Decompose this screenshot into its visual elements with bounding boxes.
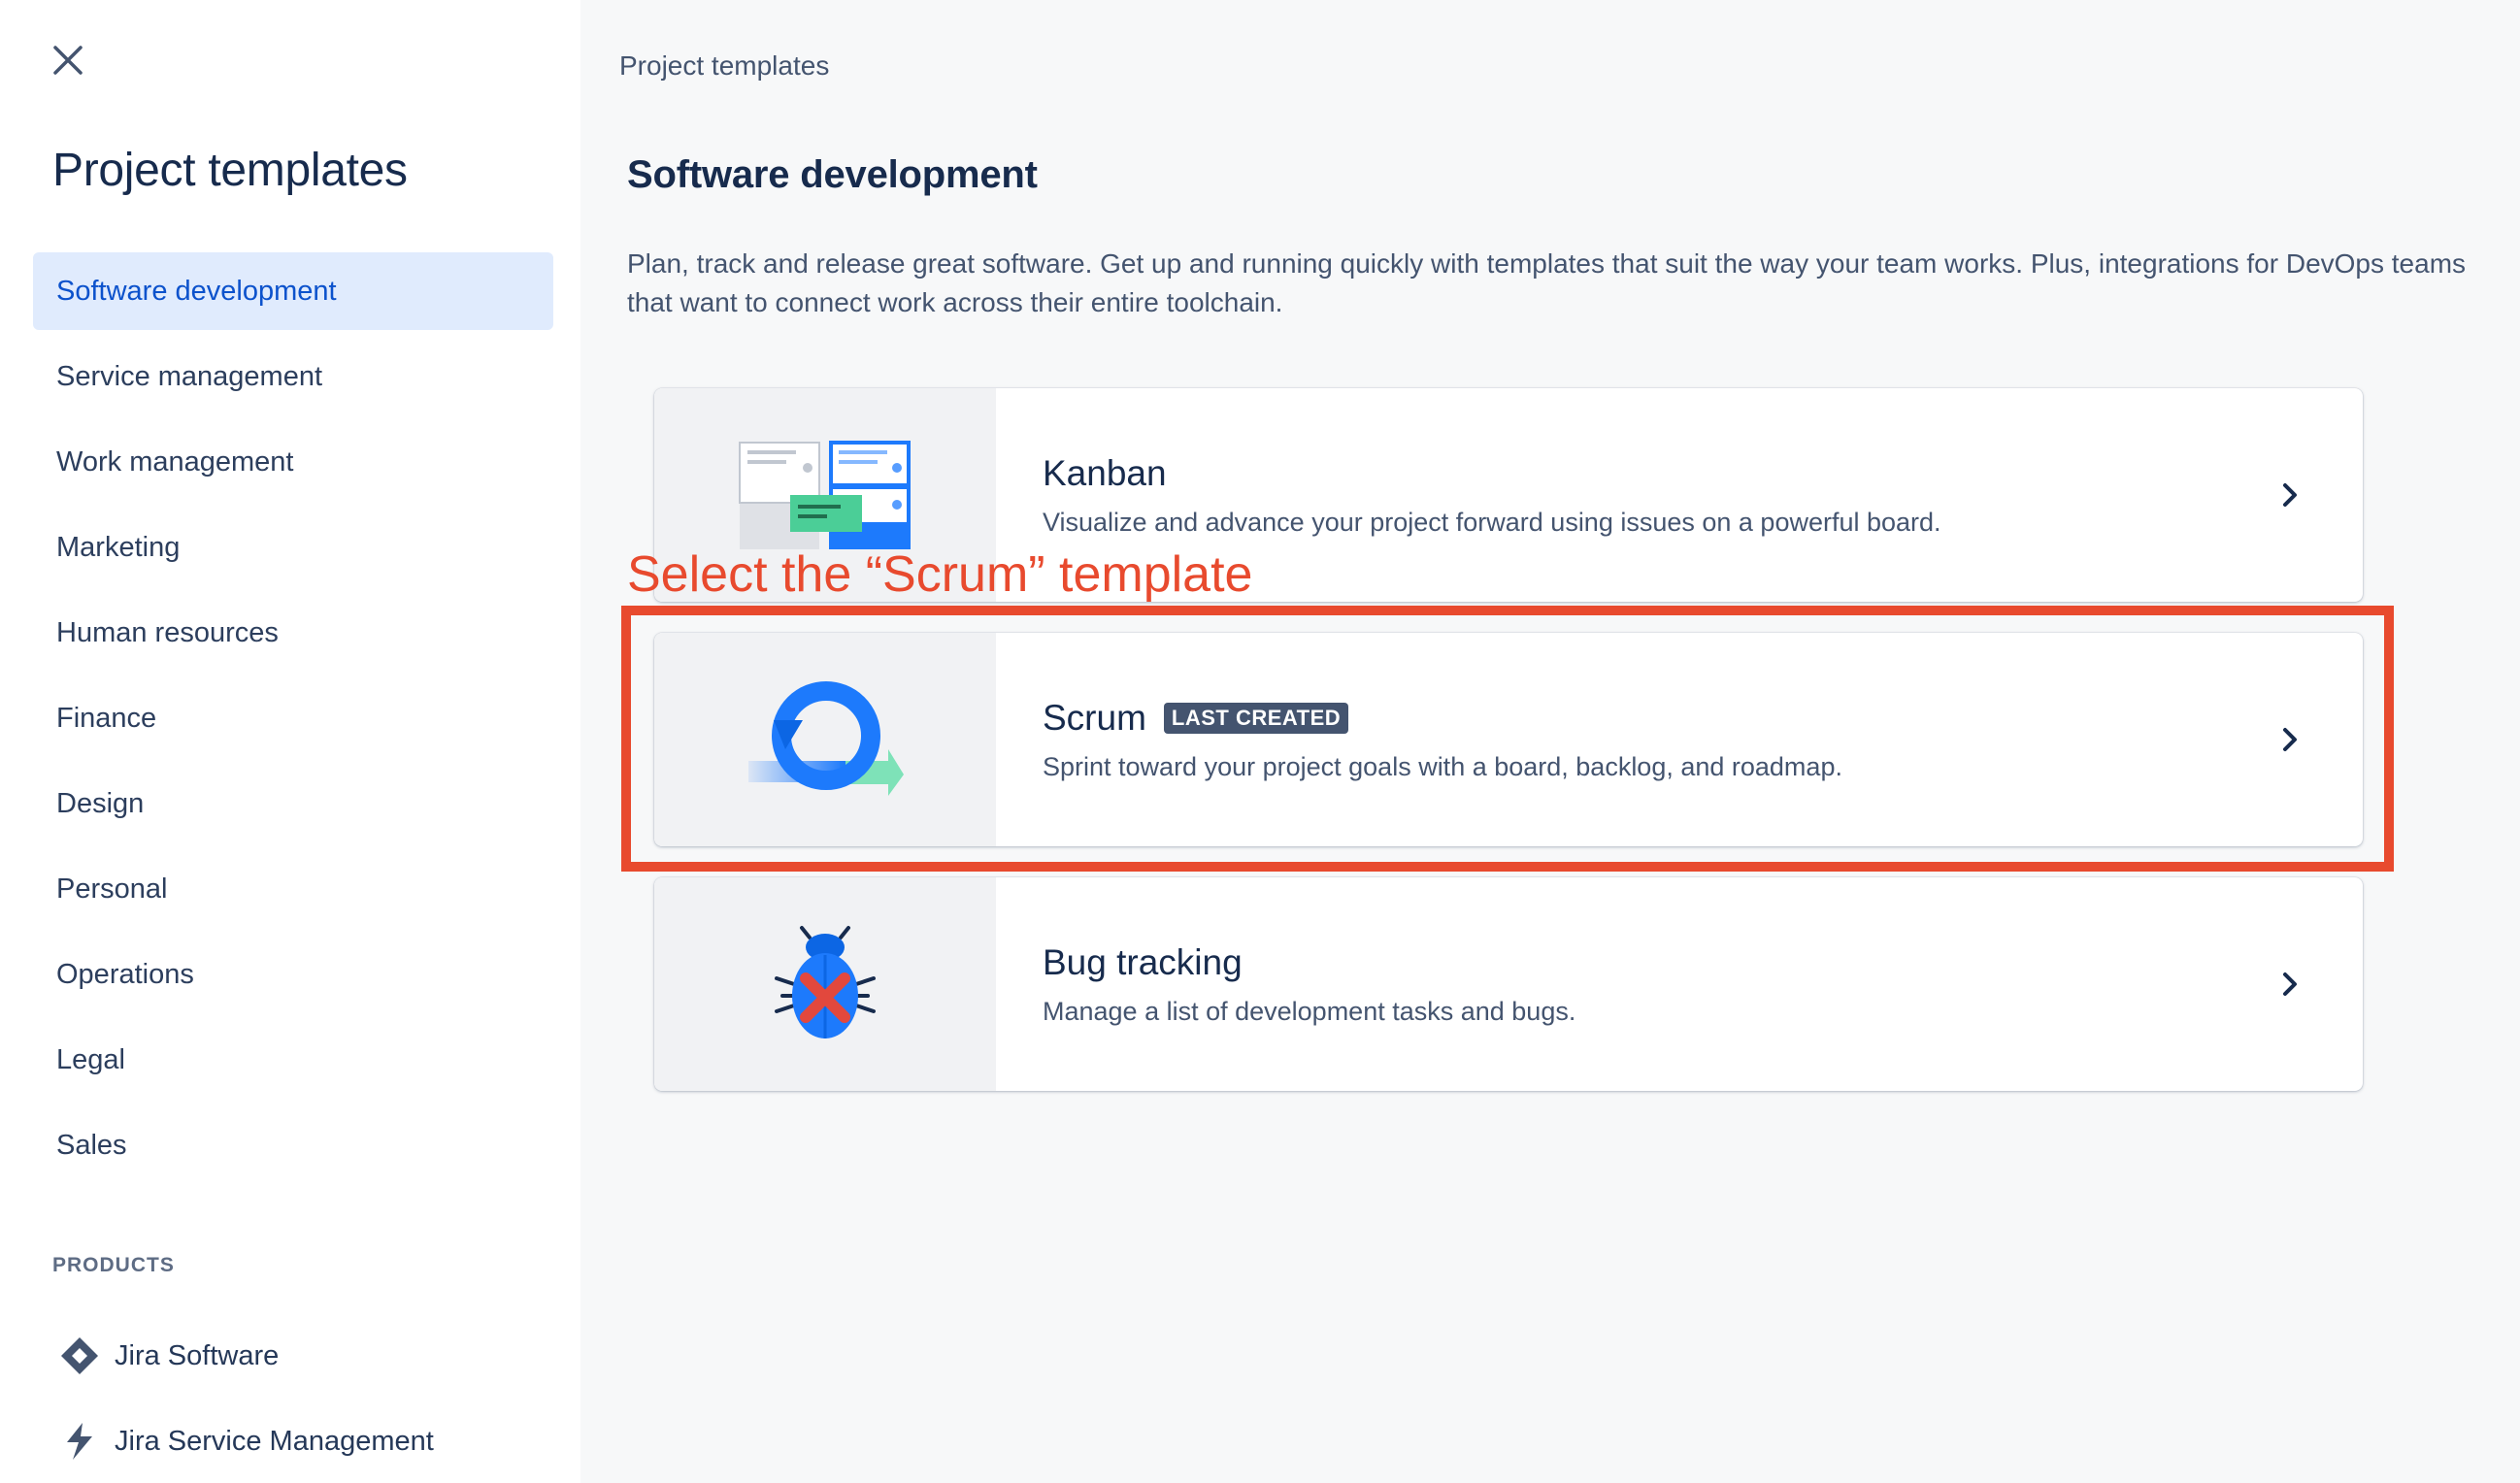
close-button[interactable] bbox=[47, 39, 89, 82]
page-title: Software development bbox=[627, 153, 1038, 196]
template-description: Visualize and advance your project forwa… bbox=[1043, 507, 1941, 537]
sidebar-item-service-management[interactable]: Service management bbox=[33, 338, 553, 415]
chevron-right-icon bbox=[2246, 388, 2334, 602]
template-title: Kanban bbox=[1043, 452, 1167, 493]
template-card-bug-tracking[interactable]: Bug tracking Manage a list of developmen… bbox=[654, 877, 2363, 1091]
annotation-highlight-box bbox=[621, 606, 2394, 872]
jira-service-management-icon bbox=[56, 1418, 103, 1465]
breadcrumb[interactable]: Project templates bbox=[619, 50, 829, 82]
sidebar-item-finance[interactable]: Finance bbox=[33, 679, 553, 757]
products-heading: PRODUCTS bbox=[52, 1254, 175, 1276]
sidebar-item-operations[interactable]: Operations bbox=[33, 936, 553, 1013]
sidebar-item-marketing[interactable]: Marketing bbox=[33, 509, 553, 586]
sidebar-item-human-resources[interactable]: Human resources bbox=[33, 594, 553, 672]
sidebar-item-personal[interactable]: Personal bbox=[33, 850, 553, 928]
product-jira-software[interactable]: Jira Software bbox=[56, 1332, 279, 1380]
category-nav: Software development Service management … bbox=[33, 252, 553, 1192]
close-icon bbox=[53, 46, 83, 75]
bug-illustration bbox=[654, 877, 996, 1091]
product-jira-service-management[interactable]: Jira Service Management bbox=[56, 1417, 434, 1466]
chevron-right-icon bbox=[2246, 877, 2334, 1091]
sidebar: Project templates Software development S… bbox=[0, 0, 580, 1483]
template-title: Bug tracking bbox=[1043, 941, 1243, 982]
app-window: Project templates Software development S… bbox=[0, 0, 2520, 1483]
sidebar-item-design[interactable]: Design bbox=[33, 765, 553, 842]
template-description: Manage a list of development tasks and b… bbox=[1043, 996, 1576, 1026]
sidebar-item-software-development[interactable]: Software development bbox=[33, 252, 553, 330]
sidebar-item-work-management[interactable]: Work management bbox=[33, 423, 553, 501]
sidebar-title: Project templates bbox=[52, 145, 408, 196]
sidebar-item-legal[interactable]: Legal bbox=[33, 1021, 553, 1099]
page-description: Plan, track and release great software. … bbox=[627, 248, 2467, 317]
sidebar-item-sales[interactable]: Sales bbox=[33, 1106, 553, 1184]
jira-software-icon bbox=[56, 1333, 103, 1379]
main-content: Project templates Software development P… bbox=[580, 0, 2520, 1483]
annotation-instruction: Select the “Scrum” template bbox=[627, 546, 1253, 603]
product-label: Jira Service Management bbox=[115, 1425, 434, 1457]
product-label: Jira Software bbox=[115, 1339, 280, 1371]
